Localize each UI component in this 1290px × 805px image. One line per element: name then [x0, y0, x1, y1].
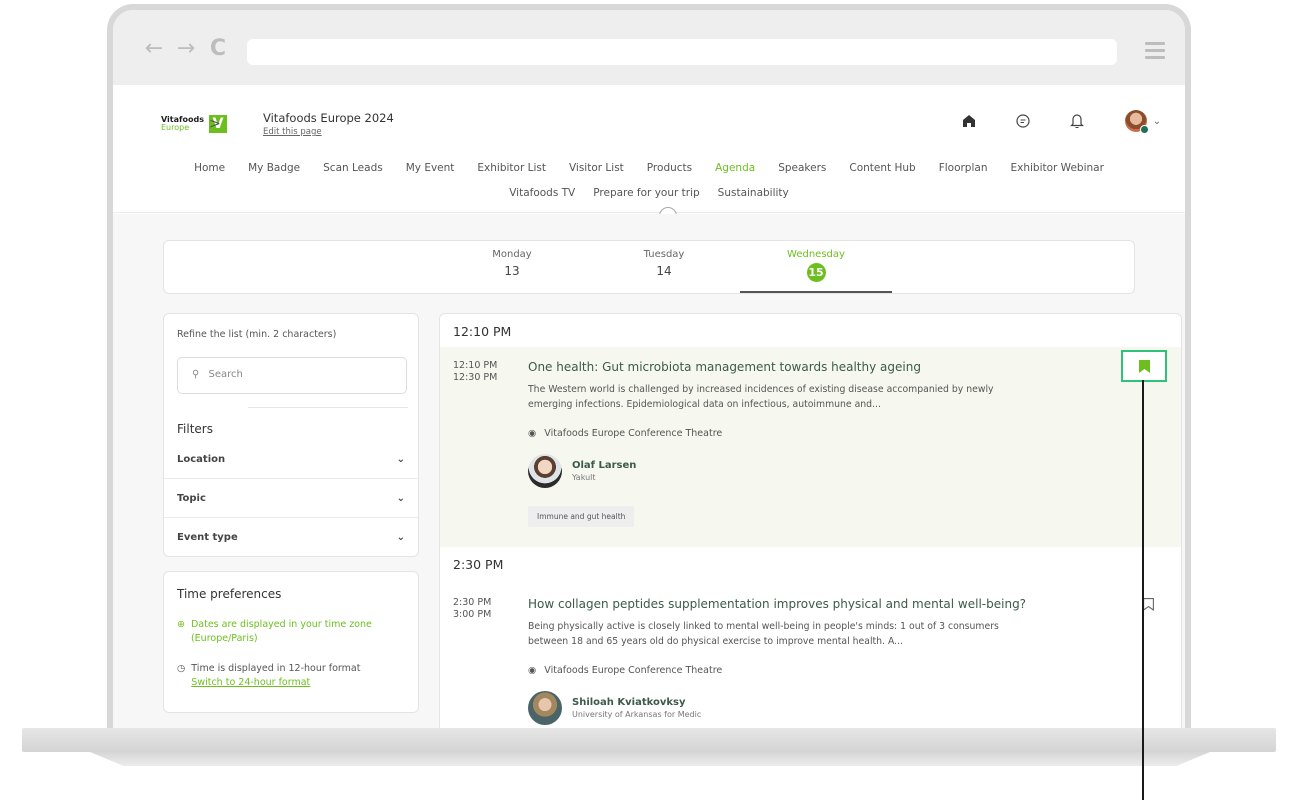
- browser-toolbar: ← → C: [113, 10, 1185, 85]
- bookmark-filled-icon: [1138, 359, 1150, 373]
- nav-item-exhibitor-list[interactable]: Exhibitor List: [477, 162, 546, 174]
- site-header: Vitafoods Europe V > Vitafoods Europe 202…: [113, 85, 1185, 225]
- chevron-down-icon[interactable]: ⌄: [1153, 116, 1161, 127]
- sidebar: Refine the list (min. 2 characters) ⚲ Se…: [163, 313, 419, 713]
- chevron-right-icon: >: [209, 116, 221, 132]
- bell-icon[interactable]: [1069, 113, 1085, 129]
- filter-location[interactable]: Location ⌄: [164, 440, 418, 479]
- speaker-avatar: [528, 454, 562, 488]
- time-preferences-title: Time preferences: [177, 587, 282, 601]
- main-navigation: Home My Badge Scan Leads My Event Exhibitor …: [113, 162, 1185, 199]
- clock-icon: ◷: [177, 663, 186, 674]
- nav-item-speakers[interactable]: Speakers: [778, 162, 826, 174]
- filter-event-type[interactable]: Event type ⌄: [164, 518, 418, 557]
- callout-line: [1142, 380, 1144, 800]
- forward-arrow-icon[interactable]: →: [175, 36, 197, 61]
- back-arrow-icon[interactable]: ←: [143, 36, 165, 61]
- topic-tag[interactable]: Immune and gut health: [528, 506, 635, 527]
- url-bar[interactable]: [247, 39, 1117, 65]
- time-preferences-panel: Time preferences ⊕ Dates are displayed i…: [163, 571, 419, 713]
- refine-label: Refine the list (min. 2 characters): [177, 329, 337, 340]
- speaker[interactable]: Shiloah Kviatkovksy University of Arkansa…: [528, 691, 701, 725]
- browser-menu-icon[interactable]: [1145, 42, 1165, 63]
- laptop-foot: [90, 752, 1210, 766]
- laptop-screen: ← → C Vitafoods Europe V > Vitafoods Euro…: [107, 4, 1191, 728]
- edit-page-link[interactable]: Edit this page: [263, 127, 322, 137]
- nav-item-floorplan[interactable]: Floorplan: [939, 162, 988, 174]
- reload-icon[interactable]: C: [207, 36, 229, 61]
- session-location: ◉ Vitafoods Europe Conference Theatre: [528, 665, 723, 676]
- timezone-text: Dates are displayed in your time zone (E…: [190, 619, 372, 644]
- nav-item-prepare-for-your-trip[interactable]: Prepare for your trip: [593, 187, 699, 199]
- filters-title: Filters: [177, 422, 213, 436]
- nav-item-visitor-list[interactable]: Visitor List: [569, 162, 624, 174]
- session-title[interactable]: How collagen peptides supplementation im…: [528, 597, 1026, 611]
- session-title[interactable]: One health: Gut microbiota management to…: [528, 360, 921, 374]
- search-input[interactable]: ⚲ Search: [177, 357, 407, 394]
- chat-icon[interactable]: [1015, 113, 1031, 129]
- nav-item-home[interactable]: Home: [194, 162, 225, 174]
- bookmark-button[interactable]: [1121, 350, 1167, 382]
- nav-item-content-hub[interactable]: Content Hub: [849, 162, 915, 174]
- nav-item-vitafoods-tv[interactable]: Vitafoods TV: [509, 187, 575, 199]
- session-card[interactable]: 2:30 PM 3:00 PM How collagen peptides sup…: [440, 584, 1181, 728]
- speaker[interactable]: Olaf Larsen Yakult: [528, 454, 636, 488]
- session-card[interactable]: 12:10 PM 12:30 PM One health: Gut microbi…: [440, 347, 1181, 547]
- location-pin-icon: ◉: [528, 665, 537, 676]
- tab-wednesday[interactable]: Wednesday 15: [740, 249, 892, 293]
- slot-time-header: 2:30 PM: [453, 557, 504, 572]
- user-menu[interactable]: ⌄: [1123, 110, 1163, 134]
- location-pin-icon: ◉: [528, 428, 537, 439]
- nav-item-my-badge[interactable]: My Badge: [248, 162, 300, 174]
- event-title: Vitafoods Europe 2024: [263, 111, 394, 125]
- chevron-down-icon: ⌄: [396, 532, 405, 543]
- tab-monday[interactable]: Monday 13: [436, 249, 588, 293]
- filter-topic[interactable]: Topic ⌄: [164, 479, 418, 518]
- tab-tuesday[interactable]: Tuesday 14: [588, 249, 740, 293]
- avatar[interactable]: [1124, 110, 1149, 134]
- speaker-avatar: [528, 691, 562, 725]
- nav-item-scan-leads[interactable]: Scan Leads: [323, 162, 383, 174]
- nav-item-products[interactable]: Products: [647, 162, 692, 174]
- bookmark-outline-icon: [1142, 597, 1154, 611]
- search-icon: ⚲: [192, 369, 200, 380]
- nav-item-agenda[interactable]: Agenda: [715, 162, 755, 174]
- hour-format-text: Time is displayed in 12-hour format: [191, 663, 361, 674]
- chevron-down-icon: ⌄: [396, 492, 405, 504]
- agenda-list: 12:10 PM 12:10 PM 12:30 PM One health: Gu…: [439, 313, 1182, 728]
- session-location: ◉ Vitafoods Europe Conference Theatre: [528, 428, 723, 439]
- nav-item-my-event[interactable]: My Event: [406, 162, 455, 174]
- switch-24h-link[interactable]: Switch to 24-hour format: [191, 677, 310, 688]
- laptop-base: [22, 728, 1276, 752]
- globe-icon: ⊕: [177, 619, 185, 630]
- nav-item-sustainability[interactable]: Sustainability: [718, 187, 789, 199]
- session-description: The Western world is challenged by incre…: [528, 384, 994, 410]
- filter-panel: Refine the list (min. 2 characters) ⚲ Se…: [163, 313, 419, 557]
- nav-item-exhibitor-webinar[interactable]: Exhibitor Webinar: [1010, 162, 1103, 174]
- day-tabs: Monday 13 Tuesday 14 Wednesday 15: [163, 240, 1135, 294]
- session-description: Being physically active is closely linke…: [528, 621, 999, 647]
- home-icon[interactable]: [961, 113, 977, 129]
- slot-time-header: 12:10 PM: [453, 324, 512, 339]
- chevron-down-icon: ⌄: [396, 453, 405, 465]
- agenda-content: Monday 13 Tuesday 14 Wednesday 15 Refine th…: [113, 214, 1185, 728]
